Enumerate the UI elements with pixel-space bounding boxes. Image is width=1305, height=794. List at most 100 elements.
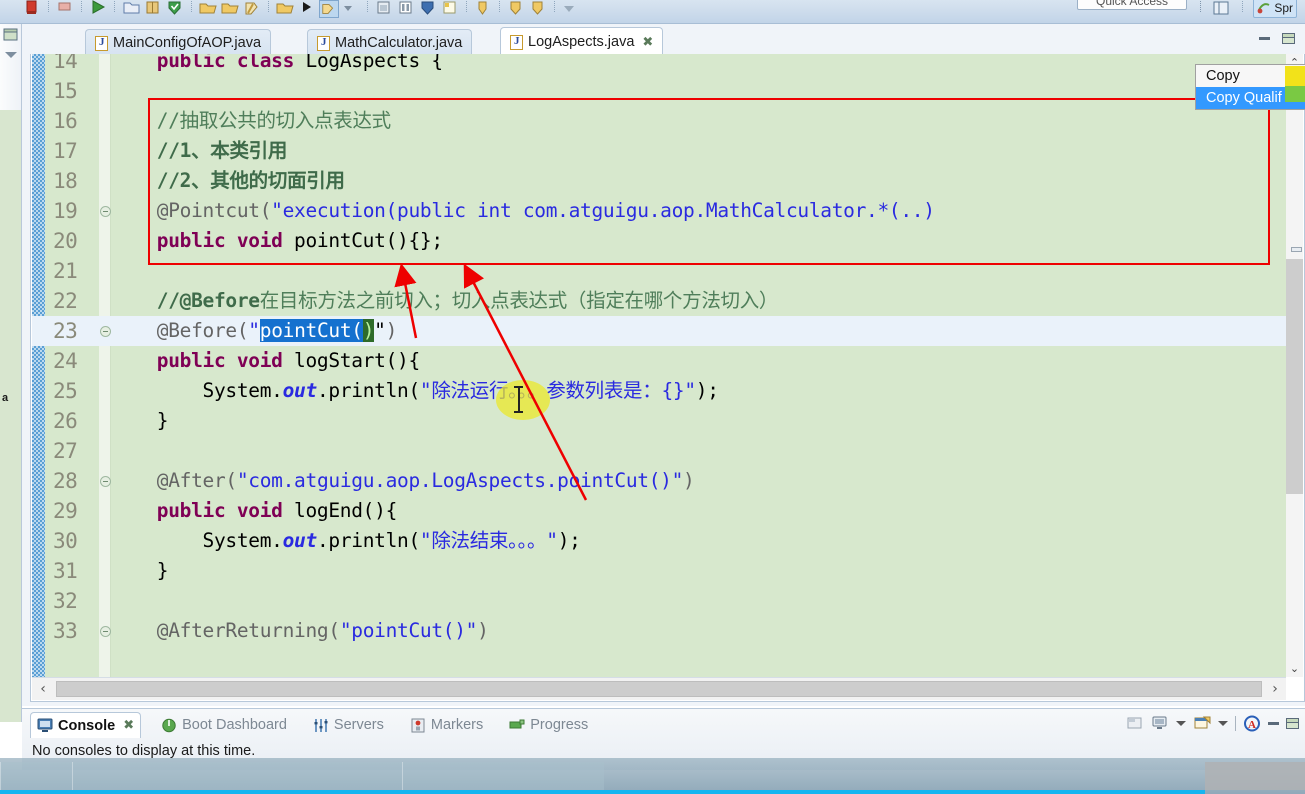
scroll-left-arrow-icon[interactable]: ‹ [32,681,54,697]
terminate-icon[interactable] [55,0,75,18]
new-folder-icon[interactable] [121,0,141,18]
chevron-down-icon[interactable] [561,0,581,18]
back-icon[interactable] [506,0,526,18]
previous-edit-icon[interactable] [473,0,493,18]
restore-view-icon[interactable] [3,28,19,42]
code-token: //抽取公共的切入点表达式 [156,109,391,132]
code-line-text[interactable]: System.out.println("除法结束。。。"); [111,526,1286,556]
new-console-view-icon[interactable] [1193,715,1211,732]
code-line-text[interactable]: public void pointCut(){}; [111,226,1286,256]
code-line-text[interactable]: //1、本类引用 [111,136,1286,166]
code-token: { [419,54,443,72]
open-resource-icon[interactable] [220,0,240,18]
line-number: 17 [53,139,78,163]
open-type-icon[interactable] [198,0,218,18]
editor-tabstrip: MainConfigOfAOP.java MathCalculator.java… [30,26,1305,57]
scroll-right-arrow-icon[interactable]: › [1264,681,1286,697]
boot-dashboard-icon [161,718,177,733]
editor-tab-label: LogAspects.java [528,34,635,50]
taskbar [0,758,1305,794]
console-tab-console[interactable]: Console ✖ [30,712,142,738]
code-token: 在目标方法之前切入；切入点表达式（指定在哪个方法切入） [259,289,779,312]
code-line-text[interactable] [111,436,1286,466]
minimize-editor-icon[interactable] [1259,37,1270,40]
code-line-text[interactable]: //2、其他的切面引用 [111,166,1286,196]
folder-icon[interactable] [275,0,295,18]
scroll-down-arrow-icon[interactable]: ⌄ [1286,660,1303,677]
taskbar-item[interactable] [402,762,604,790]
note-icon[interactable] [440,0,460,18]
maximize-editor-icon[interactable] [1282,33,1295,44]
editor-vertical-scrollbar[interactable]: ⌃ ⌄ [1286,54,1303,677]
code-line-text[interactable]: //抽取公共的切入点表达式 [111,106,1286,136]
quick-access-input[interactable]: Quick Access [1077,0,1187,10]
code-line-text[interactable] [111,76,1286,106]
eclipse-window: Quick Access Spr a MainConfigOfAOP.java [0,0,1305,794]
code-token: logEnd(){ [294,499,398,522]
fold-toggle-icon[interactable] [100,476,111,487]
line-number: 18 [53,169,78,193]
code-canvas[interactable]: 14 public class LogAspects {15 16 //抽取公共的… [32,54,1286,677]
stop-icon[interactable] [22,0,42,18]
code-token: //@Before [156,289,260,312]
code-line-text[interactable]: public void logEnd(){ [111,496,1286,526]
console-tab-progress[interactable]: Progress [503,712,594,738]
taskbar-item[interactable] [72,762,402,790]
fold-toggle-icon[interactable] [100,326,111,337]
line-number: 23 [53,319,78,343]
validate-icon[interactable] [165,0,185,18]
forward-icon[interactable] [528,0,548,18]
console-tab-servers[interactable]: Servers [307,712,390,738]
code-line-text[interactable]: public class LogAspects { [111,54,1286,76]
run-last-icon[interactable] [319,0,339,18]
code-token: System. [111,379,283,402]
taskbar-tray[interactable] [1205,762,1305,790]
chevron-down-icon[interactable] [1176,721,1186,726]
atguigu-icon[interactable]: A [1243,715,1261,732]
code-line-text[interactable]: @AfterReturning("pointCut()") [111,616,1286,646]
book-icon[interactable] [143,0,163,18]
code-line-text[interactable] [111,586,1286,616]
open-console-icon[interactable] [1126,715,1144,732]
vertical-scroll-thumb[interactable] [1286,259,1303,494]
editor-horizontal-scrollbar[interactable]: ‹ › [32,677,1286,700]
code-line-text[interactable]: public void logStart(){ [111,346,1286,376]
close-icon[interactable]: ✖ [123,718,134,733]
view-menu-icon[interactable] [4,52,17,58]
debug-dropdown-icon[interactable] [341,0,361,18]
code-line-text[interactable] [111,256,1286,286]
console-tab-markers[interactable]: Markers [404,712,489,738]
display-selected-console-icon[interactable] [1151,715,1169,732]
memory-icon[interactable] [396,0,416,18]
play-small-icon[interactable] [297,0,317,18]
fold-toggle-icon[interactable] [100,626,111,637]
code-line-text[interactable]: //@Before在目标方法之前切入；切入点表达式（指定在哪个方法切入） [111,286,1286,316]
chevron-down-icon[interactable] [1218,721,1228,726]
code-line-text[interactable]: System.out.println("除法运行。。。参数列表是：{}"); [111,376,1286,406]
maximize-console-icon[interactable] [1286,718,1299,729]
console-tab-boot-dashboard[interactable]: Boot Dashboard [155,712,293,738]
run-icon[interactable] [88,0,108,18]
code-line-text[interactable]: @Pointcut("execution(public int com.atgu… [111,196,1286,226]
horizontal-scroll-thumb[interactable] [56,681,1262,697]
editor-tab-mathcalculator[interactable]: MathCalculator.java [307,29,473,56]
code-line-text[interactable]: } [111,556,1286,586]
close-icon[interactable]: ✖ [642,35,653,50]
perspective-spring-button[interactable]: Spr [1253,0,1297,18]
open-perspective-icon[interactable] [1212,0,1232,18]
editor-tab-logaspects[interactable]: LogAspects.java ✖ [500,27,664,57]
code-token: ) [477,619,489,642]
profile-icon[interactable] [374,0,394,18]
minimize-console-icon[interactable] [1268,722,1279,725]
shield-icon[interactable] [418,0,438,18]
code-line-text[interactable]: @Before("pointCut()") [111,316,1286,346]
fold-toggle-icon[interactable] [100,206,111,217]
code-line-text[interactable]: @After("com.atguigu.aop.LogAspects.point… [111,466,1286,496]
editor-tab-mainconfigofaop[interactable]: MainConfigOfAOP.java [85,29,272,56]
editor-tab-label: MathCalculator.java [335,35,463,51]
code-token: "pointCut()" [339,619,478,642]
search-icon[interactable] [242,0,262,18]
code-line-text[interactable]: } [111,406,1286,436]
taskbar-item[interactable] [0,762,72,790]
